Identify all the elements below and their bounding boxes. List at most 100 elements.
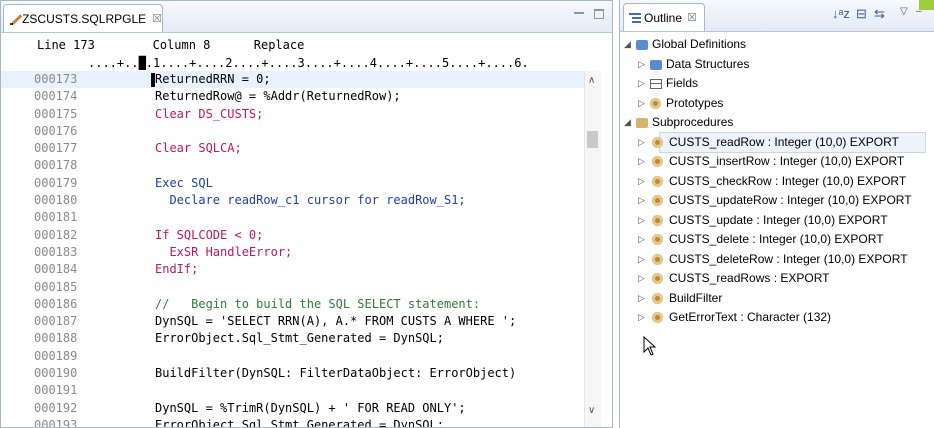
tree-node-subprocedure[interactable]: ▷ CUSTS_checkRow : Integer (10,0) EXPORT	[620, 172, 934, 192]
collapsed-triangle-icon[interactable]: ▷	[638, 55, 645, 75]
maximize-icon[interactable]	[594, 9, 604, 19]
line-number: 000181	[34, 210, 78, 225]
line-number: 000189	[34, 348, 78, 363]
tree-node-subprocedure[interactable]: ▷ GetErrorText : Character (132)	[620, 308, 934, 328]
outline-tab-bar: Outline ☒ ↓ᵃz ⊟ ⇆ ▽ –	[620, 0, 934, 32]
tree-node-label: BuildFilter	[669, 290, 723, 305]
view-menu-icon[interactable]: ▽	[900, 6, 908, 17]
scroll-up-icon[interactable]: ∧	[588, 75, 595, 86]
tree-node-label: CUSTS_delete : Integer (10,0) EXPORT	[669, 232, 884, 246]
code-line[interactable]: 000187 DynSQL = 'SELECT RRN(A), A.* FROM …	[1, 313, 599, 330]
collapsed-triangle-icon[interactable]: ▷	[638, 211, 645, 231]
tree-node-prototypes[interactable]: ▷ Prototypes	[620, 94, 934, 114]
collapsed-triangle-icon[interactable]: ▷	[638, 191, 645, 211]
code-line[interactable]: 000183 ExSR HandleError;	[1, 244, 599, 261]
tree-node-label: CUSTS_readRow : Integer (10,0) EXPORT	[669, 134, 899, 149]
line-text: ReturnedRRN = 0;	[155, 72, 271, 86]
code-line[interactable]: 000185	[1, 279, 599, 296]
line-number: 000184	[34, 262, 78, 277]
line-number: 000173	[34, 72, 78, 86]
collapsed-triangle-icon[interactable]: ▷	[638, 308, 645, 328]
code-line[interactable]: 000178	[1, 157, 599, 174]
close-icon[interactable]: ☒	[687, 11, 697, 24]
collapsed-triangle-icon[interactable]: ▷	[638, 152, 645, 172]
collapsed-triangle-icon[interactable]: ▷	[638, 230, 645, 250]
tree-node-subprocedure[interactable]: ▷ CUSTS_readRow : Integer (10,0) EXPORT	[638, 131, 926, 153]
collapsed-triangle-icon[interactable]: ▷	[638, 74, 645, 94]
line-number: 000175	[34, 106, 78, 121]
line-text: ExSR HandleError;	[155, 244, 293, 259]
tree-node-subprocedure[interactable]: ▷ CUSTS_insertRow : Integer (10,0) EXPORT	[620, 152, 934, 172]
procedure-gear-icon	[652, 312, 663, 323]
procedure-gear-icon	[652, 156, 663, 167]
code-line[interactable]: 000175 Clear DS_CUSTS;	[1, 106, 599, 123]
code-line[interactable]: 000190 BuildFilter(DynSQL: FilterDataObje…	[1, 365, 599, 382]
code-line[interactable]: 000176	[1, 123, 599, 140]
pencil-icon	[9, 12, 18, 26]
line-number: 000185	[34, 279, 78, 294]
code-line[interactable]: 000181	[1, 209, 599, 226]
collapsed-triangle-icon[interactable]: ▷	[638, 250, 645, 270]
sort-az-icon[interactable]: ↓ᵃz	[832, 6, 850, 21]
collapsed-triangle-icon[interactable]: ▷	[638, 269, 645, 289]
vertical-scrollbar[interactable]: ∧ ∨	[584, 71, 601, 427]
line-text: DynSQL = %TrimR(DynSQL) + ' FOR READ ONL…	[155, 400, 466, 415]
expanded-triangle-icon[interactable]: ◢	[624, 35, 631, 55]
line-text: If SQLCODE < 0;	[155, 227, 264, 242]
line-number: 000174	[34, 89, 78, 104]
outline-pane: Outline ☒ ↓ᵃz ⊟ ⇆ ▽ – ◢ Global Definitio…	[619, 0, 934, 428]
tree-node-subprocedure[interactable]: ▷ BuildFilter	[620, 289, 934, 309]
outline-tab-label: Outline	[644, 10, 683, 25]
outline-tab[interactable]: Outline ☒	[623, 3, 705, 31]
line-number: 000177	[34, 141, 78, 156]
line-text: ErrorObject.Sql_Stmt_Generated = DynSQL;	[155, 331, 444, 346]
close-icon[interactable]: ☒	[152, 12, 162, 25]
procedure-gear-icon	[652, 253, 663, 265]
code-line[interactable]: 000193 ErrorObject.Sql_Stmt_Generated = D…	[1, 417, 599, 427]
tree-node-subprocedure[interactable]: ▷ CUSTS_delete : Integer (10,0) EXPORT	[620, 230, 934, 250]
collapsed-triangle-icon[interactable]: ▷	[638, 133, 645, 153]
collapsed-triangle-icon[interactable]: ▷	[638, 94, 645, 114]
procedure-gear-icon	[652, 234, 663, 245]
code-line[interactable]: 000189	[1, 348, 599, 365]
code-area[interactable]: 000173 ReturnedRRN = 0; 000174 ReturnedRow@…	[1, 71, 599, 427]
collapsed-triangle-icon[interactable]: ▷	[638, 172, 645, 192]
code-line[interactable]: 000177 Clear SQLCA;	[1, 140, 599, 157]
procedure-gear-icon	[652, 136, 663, 148]
minimize-icon[interactable]	[574, 12, 584, 20]
collapsed-triangle-icon[interactable]: ▷	[638, 289, 645, 309]
tree-node-subprocedure[interactable]: ▷ CUSTS_update : Integer (10,0) EXPORT	[620, 211, 934, 231]
line-number: 000183	[34, 244, 78, 259]
code-line[interactable]: 000173 ReturnedRRN = 0;	[1, 71, 599, 89]
code-line[interactable]: 000180 Declare readRow_c1 cursor for rea…	[1, 192, 599, 209]
code-line[interactable]: 000184 EndIf;	[1, 261, 599, 278]
line-text: // Begin to build the SQL SELECT stateme…	[155, 296, 481, 311]
code-line[interactable]: 000192 DynSQL = %TrimR(DynSQL) + ' FOR RE…	[1, 400, 599, 417]
tree-node-data-structures[interactable]: ▷ Data Structures	[620, 55, 934, 75]
procedure-gear-icon	[652, 292, 663, 304]
expanded-triangle-icon[interactable]: ◢	[624, 113, 631, 133]
code-line[interactable]: 000179 Exec SQL	[1, 175, 599, 192]
column-ruler: ....+..█.1....+....2....+....3....+....4…	[88, 56, 529, 70]
line-number: 000193	[34, 417, 78, 427]
code-line[interactable]: 000174 ReturnedRow@ = %Addr(ReturnedRow);	[1, 88, 599, 105]
tree-node-subprocedure[interactable]: ▷ CUSTS_updateRow : Integer (10,0) EXPORT	[620, 191, 934, 211]
tree-node-fields[interactable]: ▷ Fields	[620, 74, 934, 94]
tree-node-subprocedure[interactable]: ▷ CUSTS_readRows : EXPORT	[620, 269, 934, 289]
cursor-status: Line 173 Column 8 Replace	[37, 38, 305, 52]
scroll-down-icon[interactable]: ∨	[588, 405, 595, 416]
tree-node-subprocedure[interactable]: ▷ CUSTS_deleteRow : Integer (10,0) EXPORT	[620, 250, 934, 270]
code-line[interactable]: 000188 ErrorObject.Sql_Stmt_Generated = D…	[1, 330, 599, 347]
tree-node-global[interactable]: ◢ Global Definitions	[620, 35, 934, 55]
code-line[interactable]: 000186 // Begin to build the SQL SELECT s…	[1, 296, 599, 313]
scroll-thumb[interactable]	[587, 131, 598, 148]
code-line[interactable]: 000191	[1, 382, 599, 399]
code-line[interactable]: 000182 If SQLCODE < 0;	[1, 227, 599, 244]
line-text: Exec SQL	[155, 175, 213, 190]
tree-node-subprocedures[interactable]: ◢ Subprocedures	[620, 113, 934, 133]
editor-tab[interactable]: ZSCUSTS.SQLRPGLE ☒	[3, 4, 163, 32]
decorative-accent	[919, 0, 934, 10]
collapse-all-icon[interactable]: ⊟	[856, 6, 867, 22]
link-editor-icon[interactable]: ⇆	[874, 6, 885, 22]
tree-node-label: CUSTS_update : Integer (10,0) EXPORT	[669, 212, 888, 227]
